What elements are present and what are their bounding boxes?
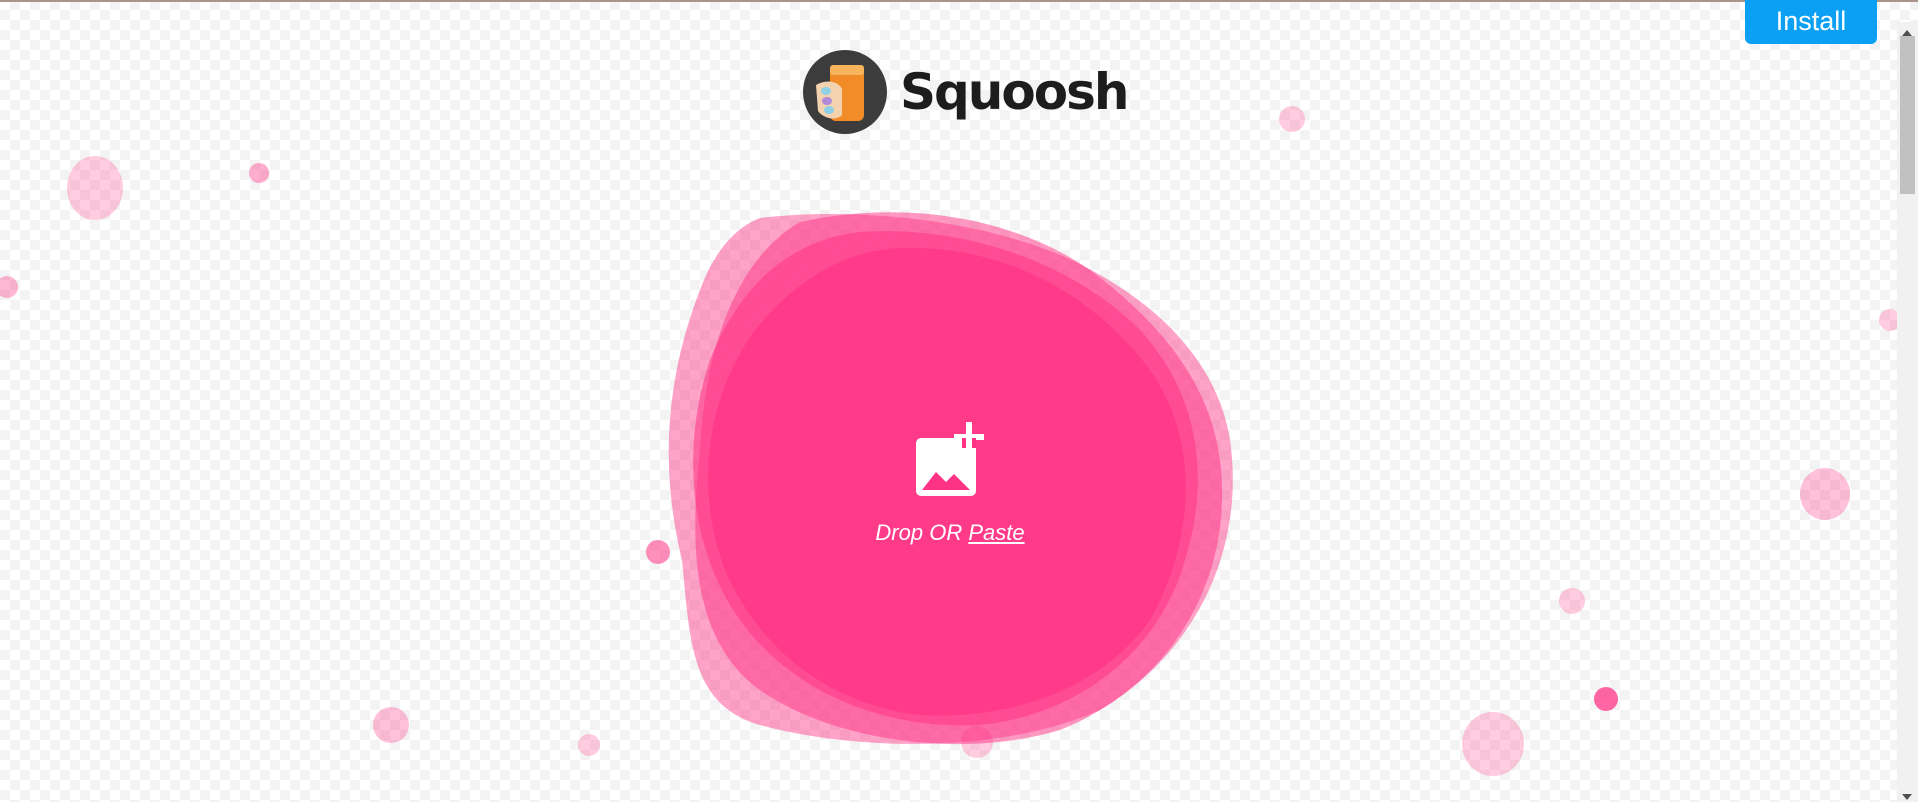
drop-area[interactable]: Drop OR Paste [835,420,1065,570]
scroll-down-arrow-icon[interactable] [1902,794,1912,800]
paste-link[interactable]: Paste [968,520,1024,545]
vertical-scrollbar[interactable] [1897,22,1918,802]
install-button[interactable]: Install [1745,0,1877,44]
squoosh-logo: Squoosh [802,48,1129,136]
logo-text: Squoosh [900,63,1129,121]
add-image-icon[interactable] [910,420,990,500]
drop-text: Drop OR [875,520,963,545]
squoosh-logo-icon [803,50,887,134]
drop-instructions: Drop OR Paste [835,520,1065,546]
scrollbar-thumb[interactable] [1900,36,1915,194]
